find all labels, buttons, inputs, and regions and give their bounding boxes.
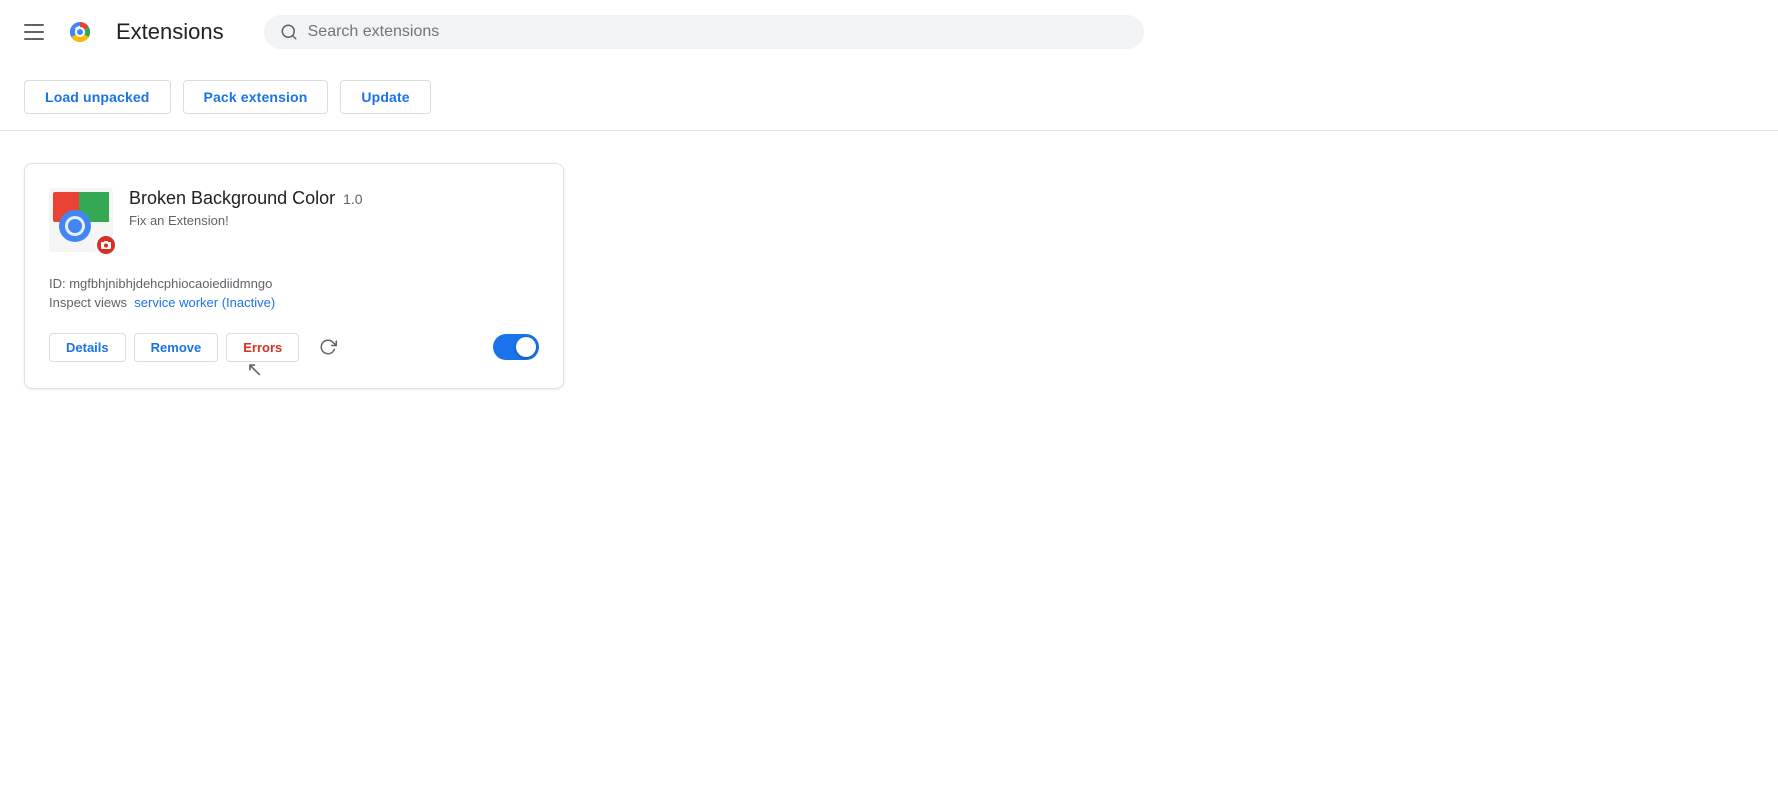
toggle-thumb: [516, 337, 536, 357]
card-top: Broken Background Color 1.0 Fix an Exten…: [49, 188, 539, 252]
search-container: [264, 15, 1144, 49]
extension-id: ID: mgfbhjnibhjdehcphiocaoiediidmngo: [49, 276, 539, 291]
pack-extension-button[interactable]: Pack extension: [183, 80, 329, 114]
main-content: Broken Background Color 1.0 Fix an Exten…: [0, 131, 1778, 421]
reload-icon: [319, 338, 337, 356]
errors-button[interactable]: Errors: [226, 333, 299, 362]
extension-name: Broken Background Color: [129, 188, 335, 209]
inspect-row: Inspect views service worker (Inactive): [49, 295, 539, 310]
error-badge-icon: [100, 239, 112, 251]
inspect-label: Inspect views: [49, 295, 127, 310]
menu-icon[interactable]: [24, 20, 48, 44]
card-info: Broken Background Color 1.0 Fix an Exten…: [129, 188, 539, 228]
extension-icon-wrapper: [49, 188, 113, 252]
chrome-logo: [64, 16, 96, 48]
reload-button[interactable]: [311, 330, 345, 364]
search-input[interactable]: [308, 23, 1128, 41]
page-title: Extensions: [116, 19, 224, 45]
update-button[interactable]: Update: [340, 80, 430, 114]
remove-button[interactable]: Remove: [134, 333, 219, 362]
header-left: Extensions: [24, 16, 224, 48]
load-unpacked-button[interactable]: Load unpacked: [24, 80, 171, 114]
service-worker-link[interactable]: service worker (Inactive): [134, 295, 275, 310]
error-badge: [95, 234, 117, 256]
ext-name-row: Broken Background Color 1.0: [129, 188, 539, 209]
card-meta: ID: mgfbhjnibhjdehcphiocaoiediidmngo Ins…: [49, 276, 539, 310]
details-button[interactable]: Details: [49, 333, 126, 362]
extension-version: 1.0: [343, 191, 362, 207]
extension-toggle[interactable]: [493, 334, 539, 360]
header: Extensions: [0, 0, 1778, 64]
card-actions: Details Remove Errors ↖: [49, 330, 539, 364]
search-bar: [264, 15, 1144, 49]
toolbar: Load unpacked Pack extension Update: [0, 64, 1778, 131]
extension-card: Broken Background Color 1.0 Fix an Exten…: [24, 163, 564, 389]
search-icon: [280, 23, 298, 41]
extension-description: Fix an Extension!: [129, 213, 539, 228]
